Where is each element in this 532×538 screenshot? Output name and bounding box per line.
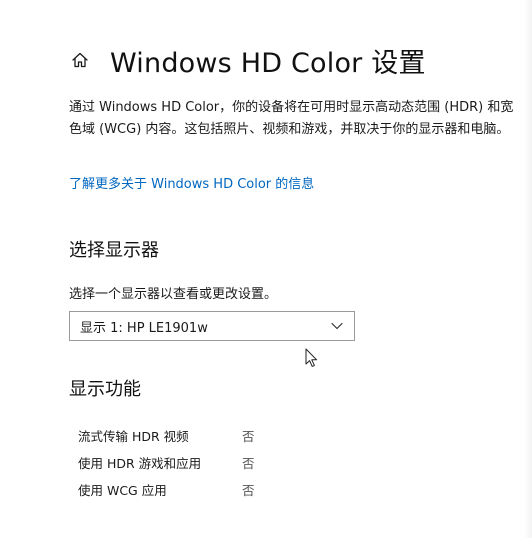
settings-page: Windows HD Color 设置 通过 Windows HD Color，… xyxy=(0,0,532,538)
feature-row: 流式传输 HDR 视频 否 xyxy=(78,422,255,449)
description-text: 通过 Windows HD Color，你的设备将在可用时显示高动态范围 (HD… xyxy=(69,100,514,137)
feature-value: 否 xyxy=(242,483,255,498)
select-display-heading: 选择显示器 xyxy=(69,240,159,261)
feature-row: 使用 WCG 应用 否 xyxy=(78,476,255,503)
feature-row: 使用 HDR 游戏和应用 否 xyxy=(78,449,255,476)
feature-name: 使用 WCG 应用 xyxy=(78,483,167,498)
learn-more-link[interactable]: 了解更多关于 Windows HD Color 的信息 xyxy=(69,173,314,192)
chevron-down-icon xyxy=(330,319,344,333)
feature-value: 否 xyxy=(242,429,255,444)
page-title: Windows HD Color 设置 xyxy=(110,47,426,79)
feature-value: 否 xyxy=(242,456,255,471)
select-display-label: 选择一个显示器以查看或更改设置。 xyxy=(69,287,278,302)
display-dropdown[interactable]: 显示 1: HP LE1901w xyxy=(69,311,355,341)
display-features-heading: 显示功能 xyxy=(69,379,141,400)
feature-name: 流式传输 HDR 视频 xyxy=(78,429,189,444)
display-dropdown-value: 显示 1: HP LE1901w xyxy=(80,320,208,336)
feature-name: 使用 HDR 游戏和应用 xyxy=(78,456,202,471)
home-icon[interactable] xyxy=(70,50,90,70)
mouse-cursor-icon xyxy=(305,348,319,368)
window-edge xyxy=(524,0,532,538)
display-features-list: 流式传输 HDR 视频 否 使用 HDR 游戏和应用 否 使用 WCG 应用 否 xyxy=(78,422,255,503)
page-header: Windows HD Color 设置 xyxy=(70,40,426,80)
